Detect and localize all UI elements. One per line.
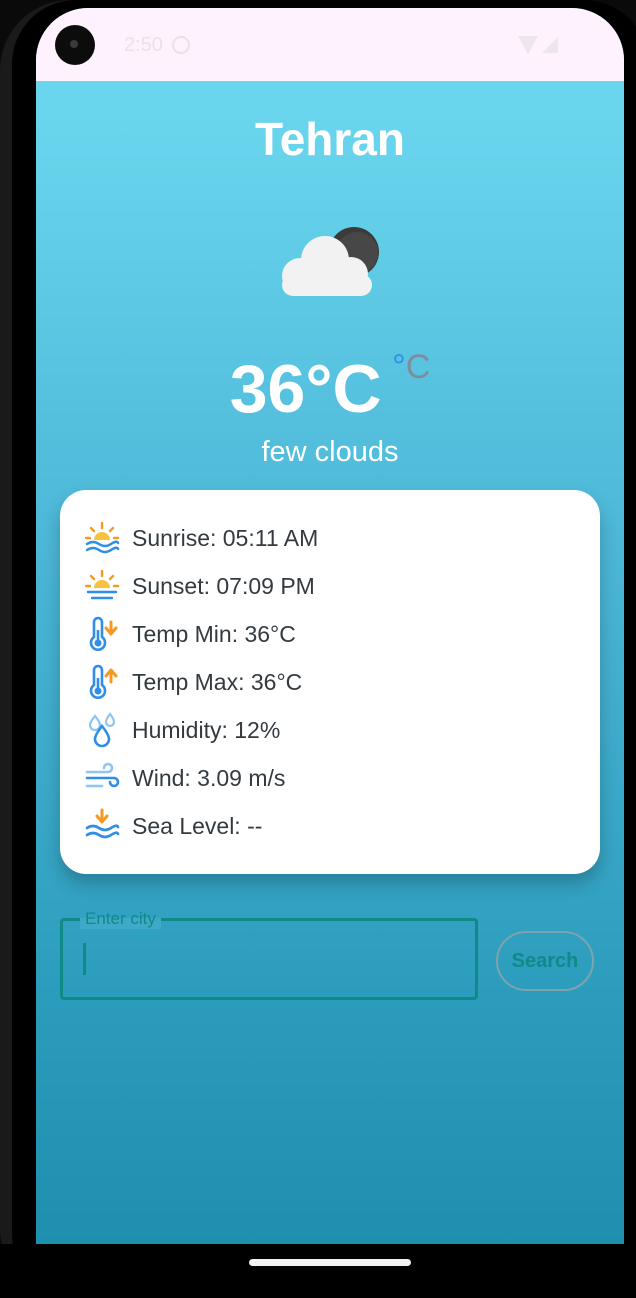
weather-description: few clouds bbox=[261, 436, 399, 468]
city-input-label: Enter city bbox=[80, 909, 161, 929]
sea-level-icon bbox=[85, 808, 120, 839]
detail-temp-min-text: Temp Min: 36°C bbox=[132, 620, 296, 647]
unit-degree: ° bbox=[392, 348, 406, 386]
detail-temp-max-text: Temp Max: 36°C bbox=[132, 668, 303, 695]
detail-wind-text: Wind: 3.09 m/s bbox=[132, 764, 286, 791]
detail-temp-min: Temp Min: 36°C bbox=[84, 614, 296, 654]
detail-sea-level: Sea Level: -- bbox=[84, 806, 262, 846]
text-cursor bbox=[83, 943, 86, 975]
temperature-row: 36°C °C bbox=[36, 348, 624, 428]
front-camera bbox=[55, 25, 95, 65]
detail-sunset: Sunset: 07:09 PM bbox=[84, 566, 315, 606]
humidity-icon bbox=[88, 712, 116, 748]
detail-sunset-text: Sunset: 07:09 PM bbox=[132, 572, 315, 599]
app-screen: 2:50 Tehran 36°C °C few clouds Sunrise: … bbox=[36, 8, 624, 1244]
detail-wind: Wind: 3.09 m/s bbox=[84, 758, 285, 798]
cloud-moon-icon bbox=[282, 227, 379, 296]
wind-icon bbox=[85, 762, 120, 788]
detail-sea-level-text: Sea Level: -- bbox=[132, 812, 263, 839]
wifi-icon bbox=[518, 36, 538, 54]
detail-sunrise: Sunrise: 05:11 AM bbox=[84, 518, 318, 558]
weather-details-card: Sunrise: 05:11 AM Sunset: 07:09 PM Temp … bbox=[60, 490, 600, 874]
status-time: 2:50 bbox=[124, 34, 163, 56]
temperature-unit: °C bbox=[392, 348, 430, 387]
navigation-bar bbox=[0, 1244, 636, 1298]
city-name: Tehran bbox=[255, 113, 405, 165]
detail-sunrise-text: Sunrise: 05:11 AM bbox=[132, 524, 319, 551]
status-bar: 2:50 bbox=[36, 8, 624, 81]
detail-temp-max: Temp Max: 36°C bbox=[84, 662, 302, 702]
do-not-disturb-icon bbox=[172, 36, 190, 54]
city-input[interactable] bbox=[76, 938, 456, 978]
thermometer-up-icon bbox=[89, 664, 118, 699]
sunrise-icon bbox=[84, 521, 120, 554]
detail-humidity: Humidity: 12% bbox=[84, 710, 280, 750]
detail-humidity-text: Humidity: 12% bbox=[132, 716, 281, 743]
home-gesture-handle[interactable] bbox=[249, 1259, 411, 1266]
sunset-icon bbox=[84, 569, 120, 600]
unit-letter: C bbox=[405, 348, 431, 386]
thermometer-down-icon bbox=[89, 616, 118, 651]
search-button[interactable]: Search bbox=[496, 931, 594, 991]
signal-icon bbox=[542, 37, 558, 53]
temperature-value: 36°C bbox=[229, 351, 382, 427]
